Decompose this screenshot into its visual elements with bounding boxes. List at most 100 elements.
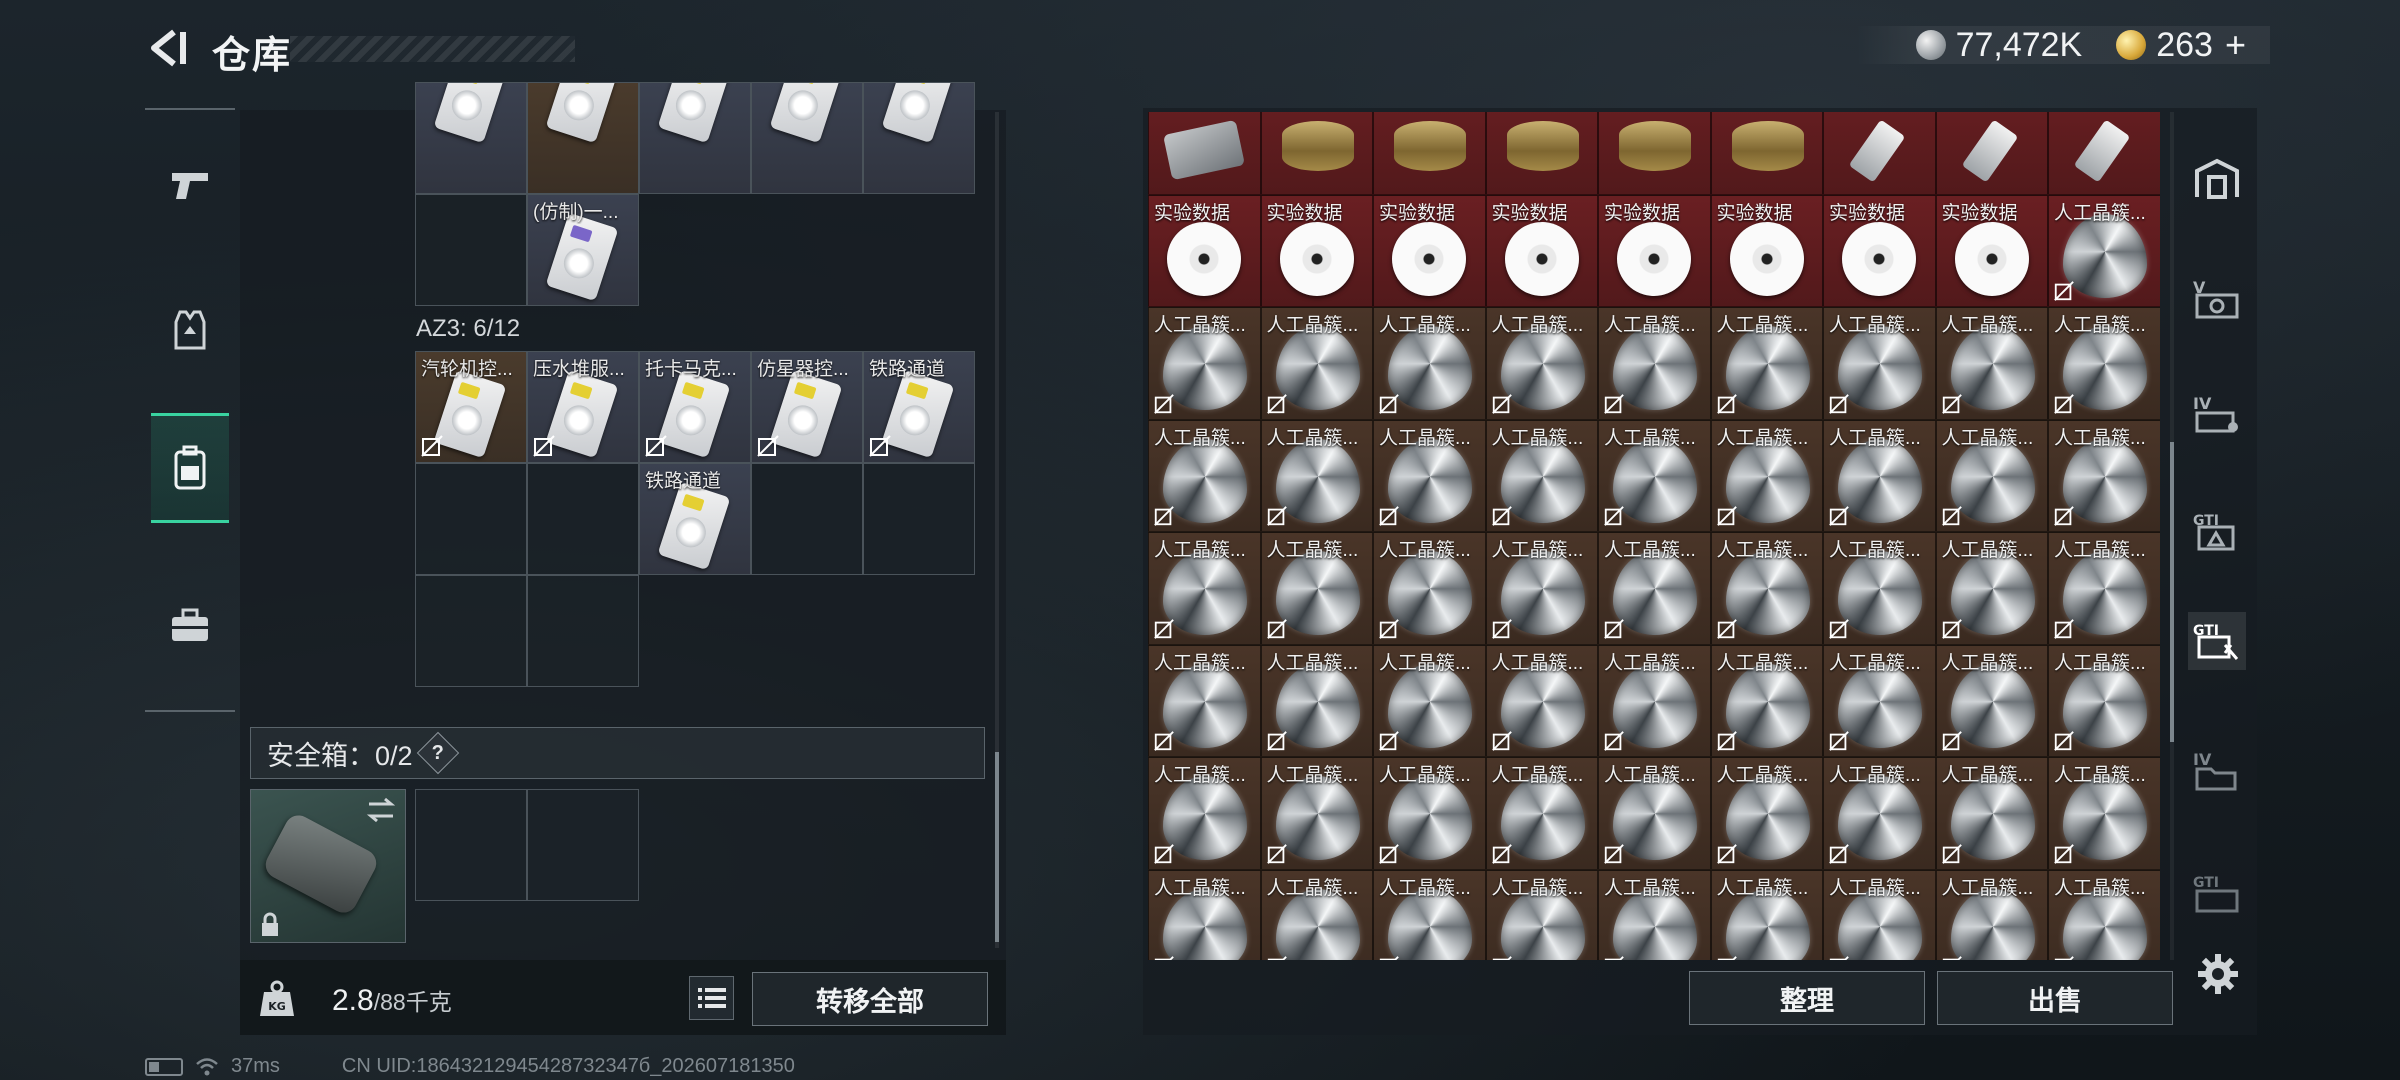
storage-slot[interactable] [1823, 112, 1936, 195]
storage-slot[interactable]: 人工晶簇... [1485, 757, 1598, 870]
tab-storage-iv-folder[interactable]: IV [2188, 742, 2246, 800]
storage-slot[interactable]: 人工晶簇... [1260, 419, 1373, 532]
storage-slot[interactable]: 人工晶簇... [1598, 757, 1711, 870]
add-currency-button[interactable]: + [2225, 24, 2246, 66]
storage-slot[interactable]: 人工晶簇... [1148, 644, 1261, 757]
storage-slot[interactable] [1485, 112, 1598, 195]
storage-slot[interactable]: 人工晶簇... [1260, 757, 1373, 870]
tab-safe-house[interactable] [2188, 150, 2246, 208]
storage-slot[interactable]: 人工晶簇... [1598, 307, 1711, 420]
storage-slot[interactable]: 人工晶簇... [1598, 869, 1711, 960]
storage-slot[interactable]: 人工晶簇... [1598, 419, 1711, 532]
storage-slot[interactable] [1598, 112, 1711, 195]
storage-slot[interactable]: 人工晶簇... [1373, 644, 1486, 757]
tab-storage-gti-b[interactable]: GTI [2188, 612, 2246, 670]
safe-box-slot[interactable] [250, 789, 406, 943]
storage-slot[interactable]: 人工晶簇... [1823, 757, 1936, 870]
nav-weapons[interactable] [151, 130, 229, 240]
storage-slot[interactable]: 人工晶簇... [2048, 194, 2160, 307]
storage-slot[interactable]: 人工晶簇... [1260, 644, 1373, 757]
back-arrow-icon[interactable] [144, 26, 188, 70]
storage-slot[interactable]: 人工晶簇... [1823, 869, 1936, 960]
inventory-slot-empty[interactable] [415, 575, 527, 687]
inventory-slot-empty[interactable] [751, 463, 863, 575]
storage-slot[interactable]: 实验数据 [1598, 194, 1711, 307]
inventory-slot-empty[interactable] [415, 463, 527, 575]
inventory-slot[interactable]: 压水堆服... [527, 351, 639, 463]
storage-slot[interactable]: 人工晶簇... [1710, 419, 1823, 532]
inventory-slot[interactable] [527, 82, 639, 194]
settings-gear-icon[interactable] [2196, 952, 2240, 996]
storage-slot[interactable]: 人工晶簇... [1148, 757, 1261, 870]
storage-slot[interactable]: 人工晶簇... [1935, 419, 2048, 532]
safe-box-slot-empty[interactable] [415, 789, 527, 901]
storage-slot[interactable]: 人工晶簇... [1823, 532, 1936, 645]
list-view-button[interactable] [689, 976, 734, 1020]
storage-slot[interactable]: 实验数据 [1148, 194, 1261, 307]
inventory-slot[interactable] [751, 82, 863, 194]
storage-slot[interactable]: 人工晶簇... [1373, 307, 1486, 420]
storage-slot[interactable]: 人工晶簇... [1485, 419, 1598, 532]
storage-slot[interactable] [1373, 112, 1486, 195]
storage-slot[interactable]: 人工晶簇... [1598, 644, 1711, 757]
storage-slot[interactable] [2048, 112, 2160, 195]
inventory-slot-empty[interactable] [415, 194, 527, 306]
storage-slot[interactable]: 人工晶簇... [1823, 307, 1936, 420]
storage-slot[interactable]: 人工晶簇... [2048, 419, 2160, 532]
storage-slot[interactable]: 人工晶簇... [1710, 307, 1823, 420]
swap-icon[interactable] [365, 796, 397, 824]
storage-slot[interactable]: 人工晶簇... [1373, 869, 1486, 960]
storage-slot[interactable]: 人工晶簇... [1935, 307, 2048, 420]
tab-storage-iv[interactable]: IV [2188, 386, 2246, 444]
storage-slot[interactable]: 人工晶簇... [1148, 307, 1261, 420]
storage-slot[interactable]: 人工晶簇... [1148, 532, 1261, 645]
storage-slot[interactable]: 人工晶簇... [1373, 757, 1486, 870]
storage-slot[interactable]: 人工晶簇... [1935, 869, 2048, 960]
sell-button[interactable]: 出售 [1937, 971, 2173, 1025]
storage-slot[interactable]: 人工晶簇... [1935, 644, 2048, 757]
storage-slot[interactable] [1710, 112, 1823, 195]
storage-slot[interactable]: 人工晶簇... [1823, 419, 1936, 532]
inventory-slot[interactable] [639, 82, 751, 194]
storage-slot[interactable]: 人工晶簇... [1373, 532, 1486, 645]
inventory-slot[interactable]: 托卡马克... [639, 351, 751, 463]
storage-slot[interactable]: 人工晶簇... [1148, 869, 1261, 960]
inventory-slot[interactable]: (仿制)一... [527, 194, 639, 306]
inventory-slot[interactable]: 汽轮机控... [415, 351, 527, 463]
inventory-slot[interactable]: 铁路通道 [863, 351, 975, 463]
storage-slot[interactable]: 实验数据 [1485, 194, 1598, 307]
storage-slot[interactable]: 人工晶簇... [1260, 307, 1373, 420]
storage-slot[interactable]: 人工晶簇... [2048, 307, 2160, 420]
sort-button[interactable]: 整理 [1689, 971, 1925, 1025]
storage-slot[interactable]: 人工晶簇... [1598, 532, 1711, 645]
transfer-all-button[interactable]: 转移全部 [752, 972, 988, 1026]
storage-slot[interactable]: 人工晶簇... [1710, 644, 1823, 757]
storage-slot[interactable]: 人工晶簇... [1710, 532, 1823, 645]
storage-slot[interactable]: 人工晶簇... [1485, 532, 1598, 645]
storage-slot[interactable]: 实验数据 [1260, 194, 1373, 307]
storage-slot[interactable]: 人工晶簇... [2048, 757, 2160, 870]
inventory-slot-empty[interactable] [527, 463, 639, 575]
storage-slot[interactable]: 人工晶簇... [2048, 532, 2160, 645]
inventory-slot-empty[interactable] [863, 463, 975, 575]
storage-slot[interactable]: 实验数据 [1935, 194, 2048, 307]
storage-slot[interactable]: 实验数据 [1823, 194, 1936, 307]
storage-slot[interactable] [1935, 112, 2048, 195]
storage-slot[interactable]: 人工晶簇... [1710, 757, 1823, 870]
storage-slot[interactable]: 实验数据 [1710, 194, 1823, 307]
storage-slot[interactable]: 人工晶簇... [1485, 869, 1598, 960]
storage-slot[interactable]: 人工晶簇... [1485, 644, 1598, 757]
inventory-slot[interactable]: 铁路通道 [639, 463, 751, 575]
storage-slot[interactable] [1148, 112, 1261, 195]
storage-slot[interactable]: 实验数据 [1373, 194, 1486, 307]
backpack-scrollbar[interactable] [995, 112, 999, 948]
storage-slot[interactable]: 人工晶簇... [1260, 869, 1373, 960]
tab-storage-v[interactable]: V [2188, 270, 2246, 328]
storage-slot[interactable] [1260, 112, 1373, 195]
help-button[interactable]: ? [416, 731, 459, 775]
inventory-slot[interactable]: 仿星器控... [751, 351, 863, 463]
storage-scrollbar[interactable] [2170, 112, 2174, 960]
storage-slot[interactable]: 人工晶簇... [1373, 419, 1486, 532]
storage-slot[interactable]: 人工晶簇... [1710, 869, 1823, 960]
storage-slot[interactable]: 人工晶簇... [1935, 757, 2048, 870]
